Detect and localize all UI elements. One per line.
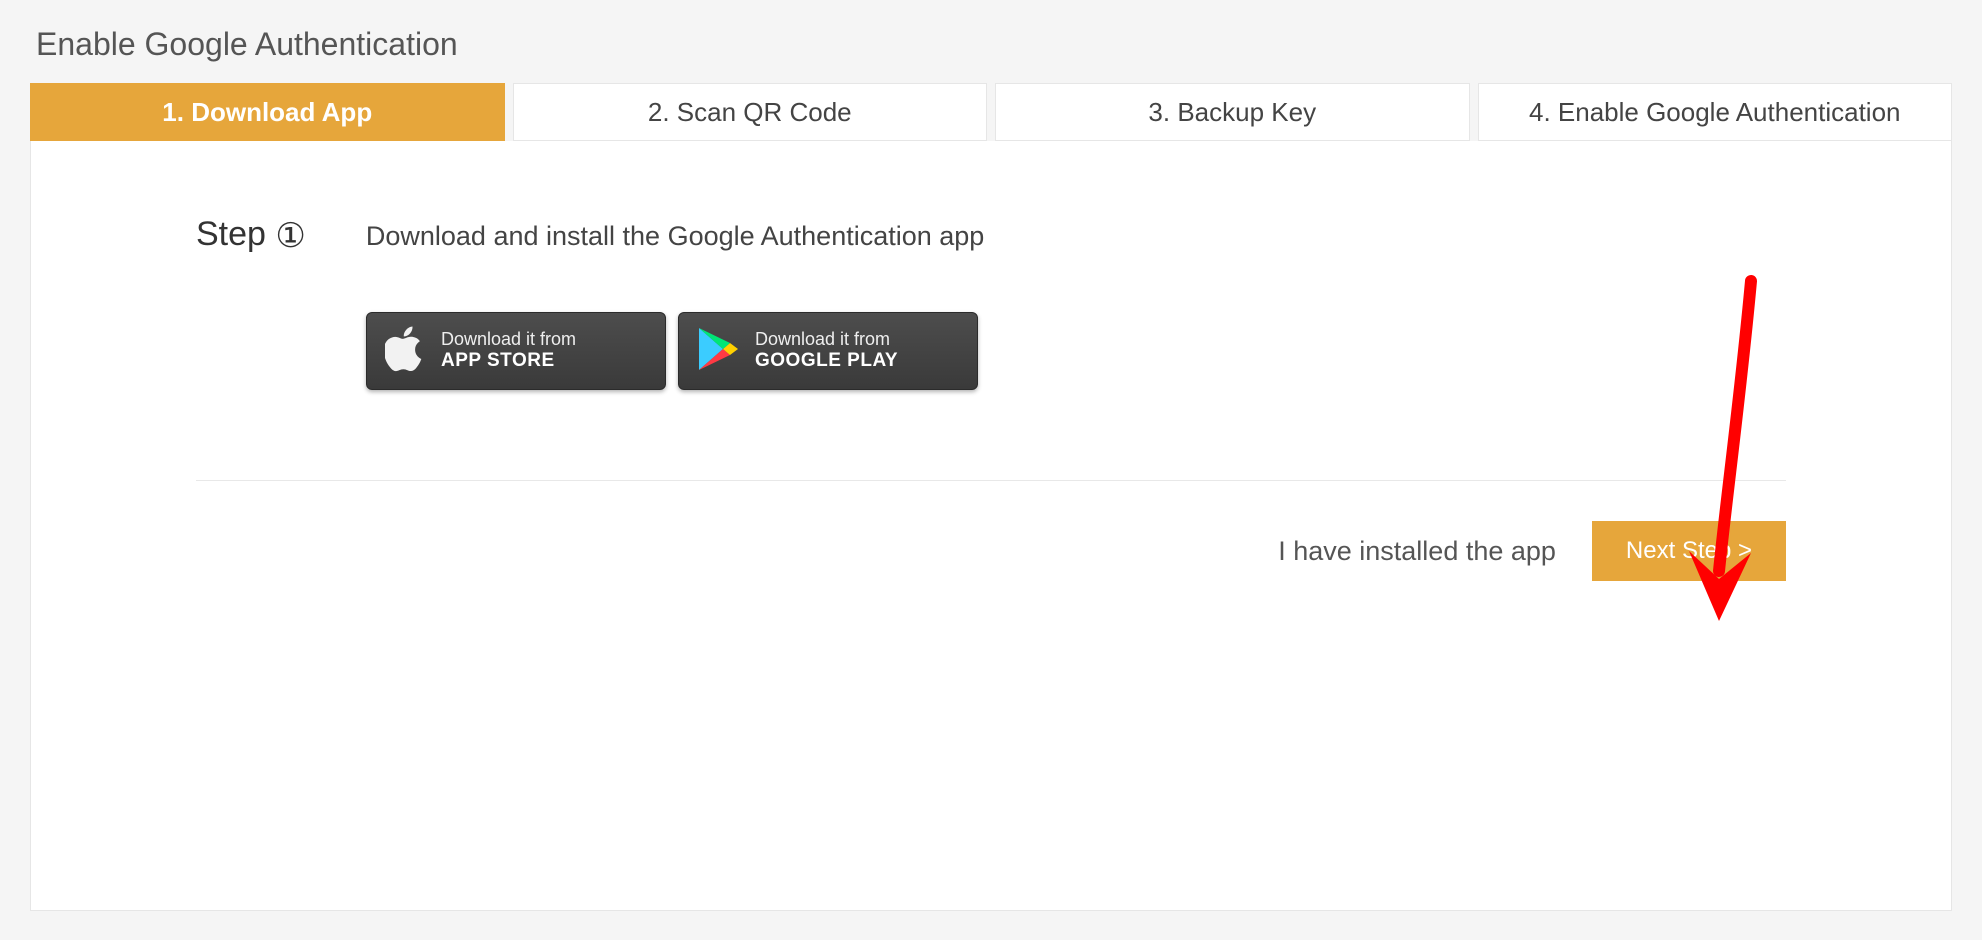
apple-icon	[385, 326, 425, 377]
google-play-line1: Download it from	[755, 330, 898, 350]
installed-text: I have installed the app	[1278, 536, 1556, 567]
tab-download-app[interactable]: 1. Download App	[30, 83, 505, 141]
google-play-icon	[697, 326, 739, 377]
next-step-button[interactable]: Next Step >	[1592, 521, 1786, 581]
step-label: Step ①	[196, 215, 306, 256]
step-panel: Step ① Download and install the Google A…	[30, 141, 1952, 911]
app-store-button[interactable]: Download it from APP STORE	[366, 312, 666, 390]
tab-backup-key[interactable]: 3. Backup Key	[995, 83, 1470, 141]
google-play-button[interactable]: Download it from GOOGLE PLAY	[678, 312, 978, 390]
page-title: Enable Google Authentication	[36, 26, 1952, 63]
tab-scan-qr[interactable]: 2. Scan QR Code	[513, 83, 988, 141]
app-store-line1: Download it from	[441, 330, 576, 350]
step-description: Download and install the Google Authenti…	[366, 211, 984, 252]
step-number-icon: ①	[275, 216, 305, 256]
tab-enable-auth[interactable]: 4. Enable Google Authentication	[1478, 83, 1953, 141]
google-play-line2: GOOGLE PLAY	[755, 350, 898, 372]
app-store-line2: APP STORE	[441, 350, 576, 372]
step-tabs: 1. Download App 2. Scan QR Code 3. Backu…	[30, 83, 1952, 141]
